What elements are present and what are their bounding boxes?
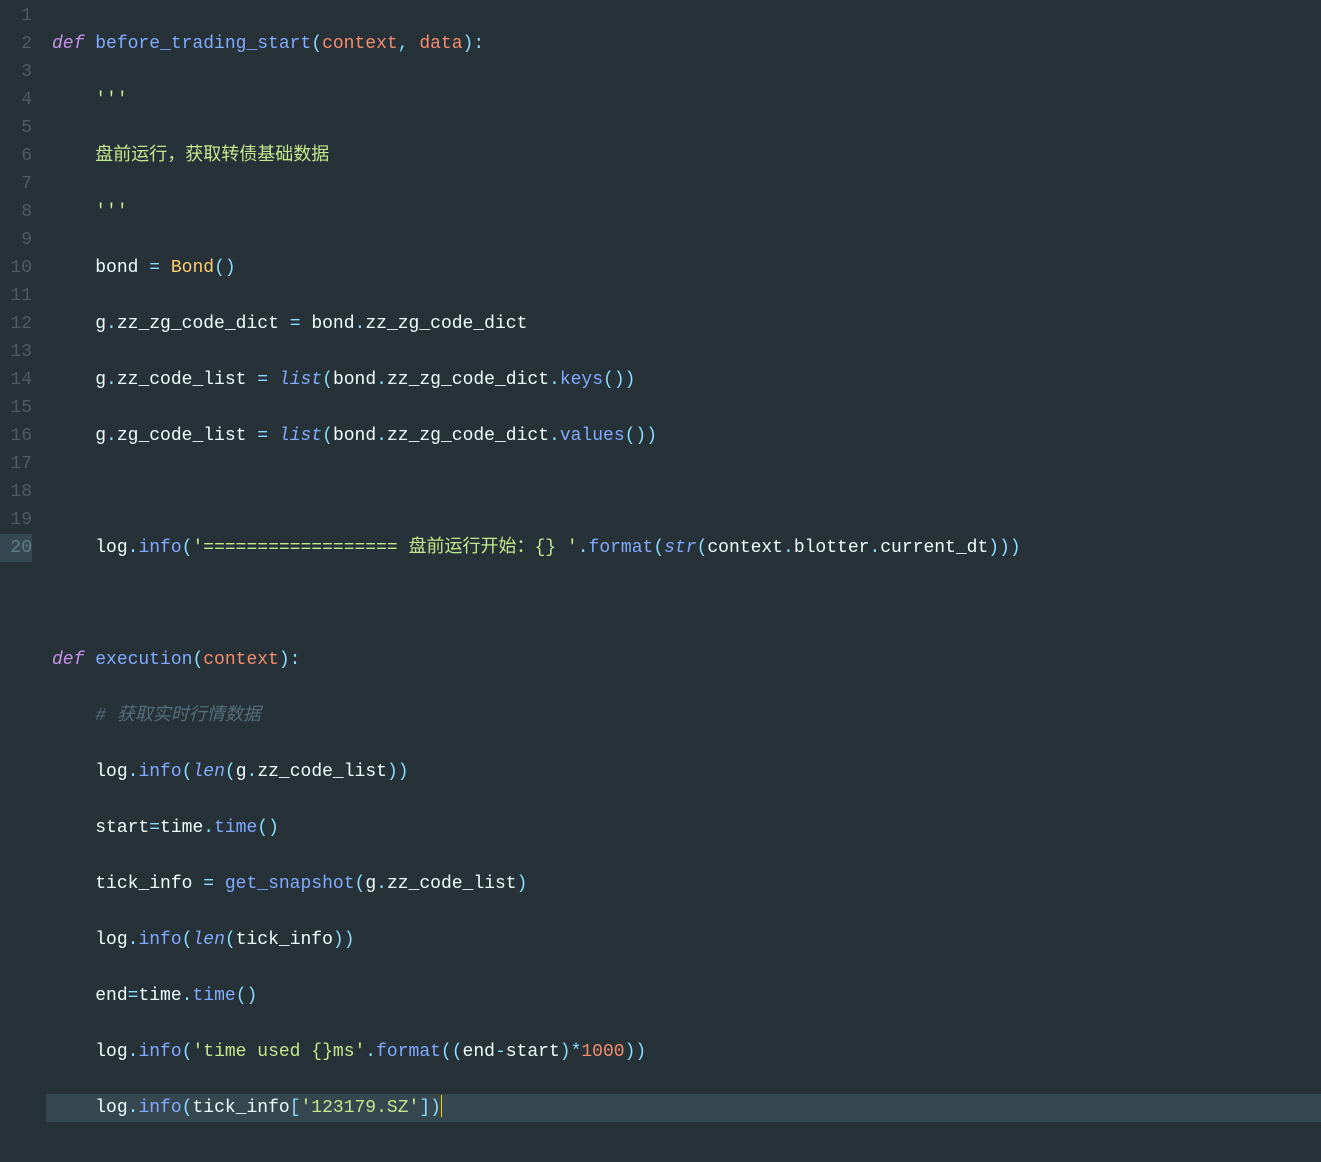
code-line[interactable]: g.zz_code_list = list(bond.zz_zg_code_di… <box>46 366 1321 394</box>
line-number: 8 <box>0 198 32 226</box>
line-number: 2 <box>0 30 32 58</box>
line-number: 19 <box>0 506 32 534</box>
line-number: 12 <box>0 310 32 338</box>
code-line[interactable]: ''' <box>46 198 1321 226</box>
line-number: 3 <box>0 58 32 86</box>
code-line[interactable]: tick_info = get_snapshot(g.zz_code_list) <box>46 870 1321 898</box>
line-number: 16 <box>0 422 32 450</box>
line-number: 11 <box>0 282 32 310</box>
code-line[interactable]: 盘前运行，获取转债基础数据 <box>46 142 1321 170</box>
code-editor[interactable]: 1 2 3 4 5 6 7 8 9 10 11 12 13 14 15 16 1… <box>0 0 1321 581</box>
code-line[interactable] <box>46 590 1321 618</box>
code-line[interactable]: g.zz_zg_code_dict = bond.zz_zg_code_dict <box>46 310 1321 338</box>
code-line[interactable]: log.info(len(g.zz_code_list)) <box>46 758 1321 786</box>
text-cursor <box>441 1095 442 1117</box>
line-number: 18 <box>0 478 32 506</box>
code-line[interactable]: log.info(len(tick_info)) <box>46 926 1321 954</box>
code-line[interactable]: # 获取实时行情数据 <box>46 702 1321 730</box>
code-line[interactable]: def before_trading_start(context, data): <box>46 30 1321 58</box>
code-line[interactable]: g.zg_code_list = list(bond.zz_zg_code_di… <box>46 422 1321 450</box>
line-number: 14 <box>0 366 32 394</box>
code-area[interactable]: def before_trading_start(context, data):… <box>46 0 1321 581</box>
code-line[interactable]: log.info('================== 盘前运行开始：{} '… <box>46 534 1321 562</box>
line-number-gutter: 1 2 3 4 5 6 7 8 9 10 11 12 13 14 15 16 1… <box>0 0 46 581</box>
code-line[interactable]: def execution(context): <box>46 646 1321 674</box>
code-line[interactable]: start=time.time() <box>46 814 1321 842</box>
code-line[interactable] <box>46 478 1321 506</box>
line-number: 17 <box>0 450 32 478</box>
code-line[interactable]: bond = Bond() <box>46 254 1321 282</box>
line-number: 10 <box>0 254 32 282</box>
line-number: 4 <box>0 86 32 114</box>
line-number: 13 <box>0 338 32 366</box>
line-number: 20 <box>0 534 32 562</box>
line-number: 6 <box>0 142 32 170</box>
line-number: 7 <box>0 170 32 198</box>
line-number: 15 <box>0 394 32 422</box>
line-number: 1 <box>0 2 32 30</box>
code-line[interactable]: log.info(tick_info['123179.SZ']) <box>46 1094 1321 1122</box>
code-line[interactable]: end=time.time() <box>46 982 1321 1010</box>
line-number: 9 <box>0 226 32 254</box>
line-number: 5 <box>0 114 32 142</box>
code-line[interactable]: log.info('time used {}ms'.format((end-st… <box>46 1038 1321 1066</box>
code-line[interactable]: ''' <box>46 86 1321 114</box>
